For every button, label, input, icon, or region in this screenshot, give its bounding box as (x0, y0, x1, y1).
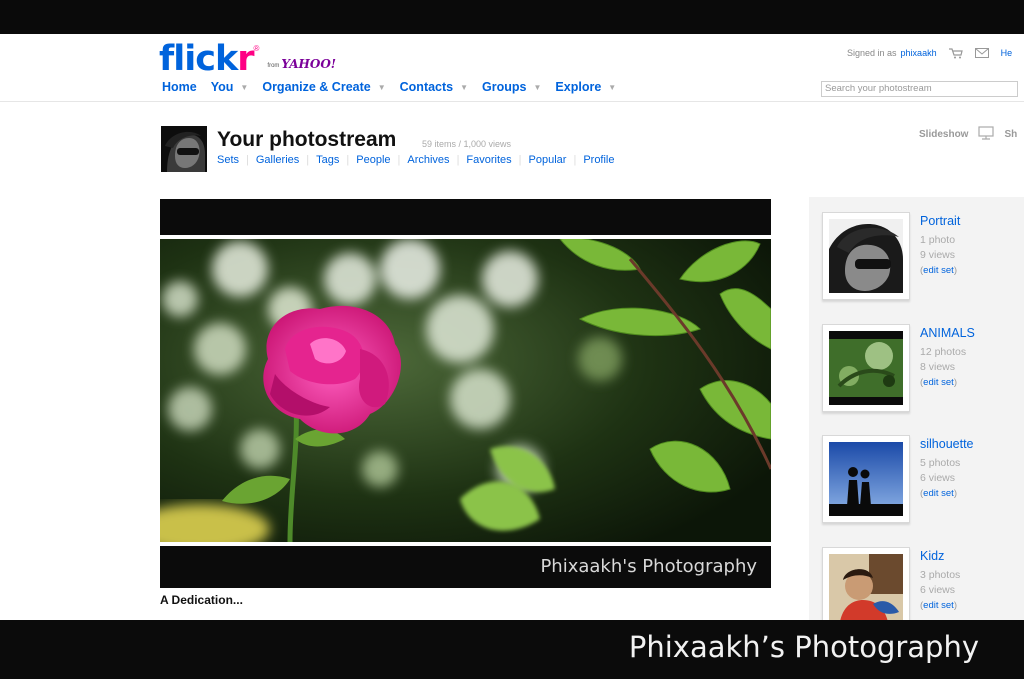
set-thumbnail[interactable] (822, 212, 910, 300)
tab-separator: | (346, 154, 350, 166)
set-thumbnail-image (829, 331, 903, 405)
set-thumbnail[interactable] (822, 547, 910, 620)
set-animals: ANIMALS 12 photos 8 views (edit set) (822, 324, 1022, 416)
flickr-logo[interactable]: flick r ® from YAHOO! (159, 42, 336, 77)
signed-in-label: Signed in as (847, 48, 897, 58)
set-title[interactable]: silhouette (920, 437, 974, 451)
nav-label: Explore (555, 80, 602, 94)
avatar[interactable] (161, 126, 207, 172)
set-photo-count: 5 photos (920, 457, 961, 469)
set-title[interactable]: Portrait (920, 214, 960, 228)
set-views: 8 views (920, 361, 956, 373)
signed-in-bar: Signed in as phixaakh He (847, 48, 1013, 59)
logo-r-text: r (237, 39, 254, 79)
edit-set-link[interactable]: (edit set) (920, 488, 957, 499)
nav-label: You (210, 80, 234, 94)
logo-from-text: from (267, 63, 280, 69)
nav-home[interactable]: Home (162, 80, 197, 94)
nav-label: Home (162, 80, 197, 94)
edit-set-label: edit set (923, 600, 954, 611)
tab-people[interactable]: People (356, 154, 390, 166)
set-thumbnail[interactable] (822, 324, 910, 412)
registered-mark: ® (253, 44, 260, 53)
set-photo-count: 3 photos (920, 569, 961, 581)
set-title[interactable]: ANIMALS (920, 326, 975, 340)
tab-separator: | (397, 154, 401, 166)
photo-watermark: Phixaakh's Photography (540, 556, 757, 577)
yahoo-logo: YAHOO! (281, 57, 337, 71)
nav-contacts[interactable]: Contacts ▼ (400, 80, 468, 94)
chevron-down-icon[interactable]: ▼ (534, 83, 542, 92)
set-photo-count: 1 photo (920, 234, 956, 246)
screenshot-frame: flick r ® from YAHOO! Home You ▼ Organize … (0, 0, 1024, 679)
set-thumbnail-image (829, 554, 903, 620)
share-label[interactable]: Sh (1004, 129, 1017, 140)
banner-text: Phixaakh’s Photography (628, 630, 979, 664)
tab-tags[interactable]: Tags (316, 154, 339, 166)
chevron-down-icon[interactable]: ▼ (460, 83, 468, 92)
set-views: 9 views (920, 249, 956, 261)
photostream-stats: 59 items / 1,000 views (422, 139, 512, 149)
help-link[interactable]: He (1001, 48, 1013, 58)
tab-separator: | (306, 154, 310, 166)
set-thumbnail[interactable] (822, 435, 910, 523)
monitor-icon (978, 126, 995, 143)
tab-profile[interactable]: Profile (583, 154, 614, 166)
photo-caption[interactable]: A Dedication... (160, 593, 243, 607)
edit-set-label: edit set (923, 488, 954, 499)
slideshow-label: Slideshow (919, 129, 969, 140)
nav-you[interactable]: You ▼ (211, 80, 249, 94)
set-portrait: Portrait 1 photo 9 views (edit set) (822, 212, 1022, 304)
header-divider (0, 101, 1024, 102)
username-link[interactable]: phixaakh (901, 48, 937, 58)
cart-icon[interactable] (948, 48, 963, 59)
nav-label: Organize & Create (262, 80, 371, 94)
chevron-down-icon[interactable]: ▼ (240, 83, 248, 92)
edit-set-link[interactable]: (edit set) (920, 600, 957, 611)
set-silhouette: silhouette 5 photos 6 views (edit set) (822, 435, 1022, 527)
flickr-page: flick r ® from YAHOO! Home You ▼ Organize … (0, 34, 1024, 620)
set-title[interactable]: Kidz (920, 549, 944, 563)
page-title: Your photostream (217, 128, 397, 151)
edit-set-label: edit set (923, 265, 954, 276)
photostream-tabs: Sets | Galleries | Tags | People | Archives |… (217, 154, 615, 166)
mail-icon[interactable] (974, 48, 989, 58)
set-thumbnail-image (829, 219, 903, 293)
bottom-banner: Phixaakh’s Photography (0, 620, 1024, 679)
slideshow-button[interactable]: Slideshow Sh (919, 126, 1017, 143)
set-views: 6 views (920, 584, 956, 596)
tab-separator: | (573, 154, 577, 166)
nav-label: Contacts (399, 80, 454, 94)
tab-galleries[interactable]: Galleries (256, 154, 299, 166)
tab-separator: | (456, 154, 460, 166)
tab-separator: | (246, 154, 249, 166)
photo-top-bar (160, 199, 771, 235)
tab-separator: | (518, 154, 522, 166)
edit-set-label: edit set (923, 377, 954, 388)
chevron-down-icon[interactable]: ▼ (378, 83, 386, 92)
set-thumbnail-image (829, 442, 903, 516)
tab-popular[interactable]: Popular (529, 154, 567, 166)
set-photo-count: 12 photos (920, 346, 967, 358)
nav-groups[interactable]: Groups ▼ (482, 80, 541, 94)
nav-organize-create[interactable]: Organize & Create ▼ (262, 80, 385, 94)
set-kidz: Kidz 3 photos 6 views (edit set) (822, 547, 1022, 620)
main-photo-card[interactable]: Phixaakh's Photography (160, 199, 771, 588)
nav-label: Groups (482, 80, 527, 94)
tab-archives[interactable]: Archives (407, 154, 449, 166)
edit-set-link[interactable]: (edit set) (920, 265, 957, 276)
tab-favorites[interactable]: Favorites (466, 154, 511, 166)
sets-sidebar: Portrait 1 photo 9 views (edit set) ANIM… (809, 197, 1024, 620)
nav-explore[interactable]: Explore ▼ (555, 80, 616, 94)
main-photo[interactable] (160, 239, 771, 542)
main-nav: Home You ▼ Organize & Create ▼ Contacts ▼ G… (162, 80, 630, 94)
set-views: 6 views (920, 472, 956, 484)
logo-flick-text: flick (159, 39, 238, 79)
chevron-down-icon[interactable]: ▼ (608, 83, 616, 92)
tab-sets[interactable]: Sets (217, 154, 239, 166)
edit-set-link[interactable]: (edit set) (920, 377, 957, 388)
photo-bottom-bar: Phixaakh's Photography (160, 546, 771, 588)
search-input[interactable]: Search your photostream (821, 81, 1018, 97)
